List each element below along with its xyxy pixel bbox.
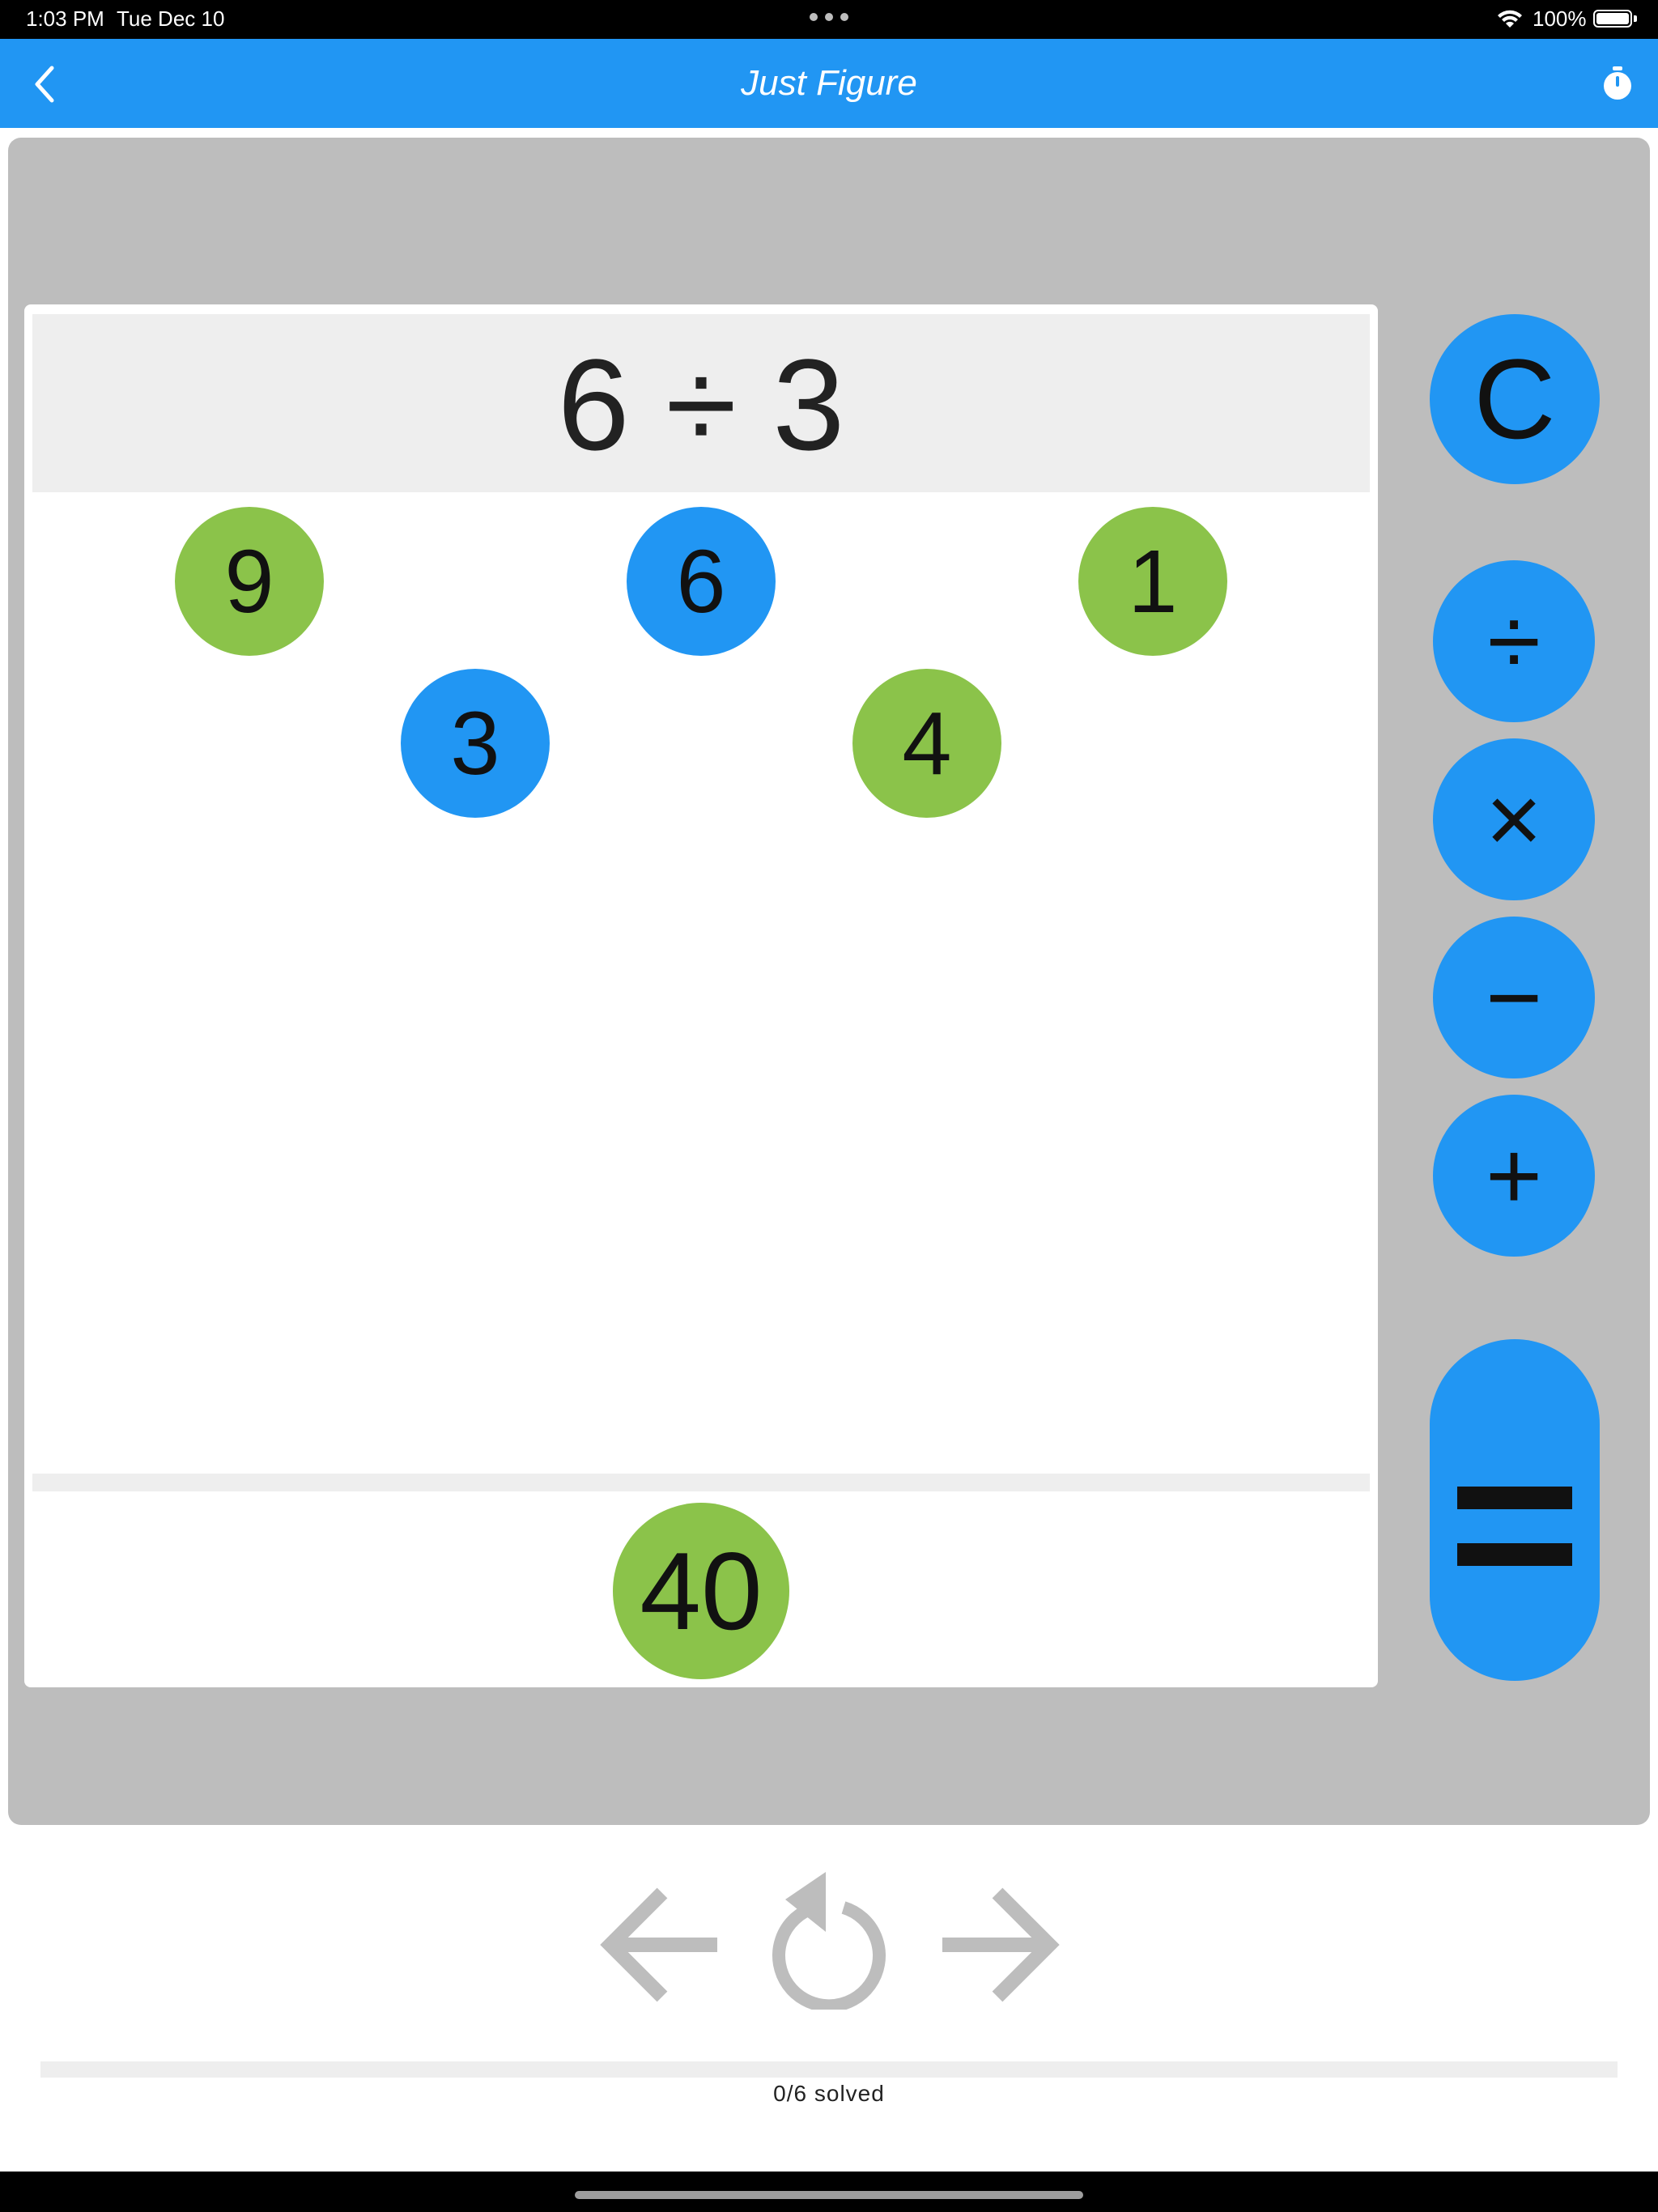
number-tile-4[interactable]: 4 <box>852 669 1001 818</box>
add-button[interactable]: + <box>1433 1095 1595 1257</box>
target-number: 40 <box>613 1503 789 1679</box>
subtract-button[interactable]: − <box>1433 917 1595 1078</box>
status-time: 1:03 PM <box>26 6 104 31</box>
status-date: Tue Dec 10 <box>117 6 225 31</box>
previous-arrow-icon[interactable] <box>599 1887 721 2005</box>
battery-percent: 100% <box>1533 6 1587 31</box>
progress-label: 0/6 solved <box>773 2081 885 2106</box>
target-divider <box>32 1474 1370 1491</box>
page-title: Just Figure <box>741 63 917 103</box>
battery-tip <box>1634 15 1637 22</box>
clear-button[interactable]: C <box>1430 314 1600 484</box>
progress-track <box>40 2061 1618 2078</box>
equals-icon-top <box>1457 1487 1572 1509</box>
stopwatch-icon[interactable] <box>1601 65 1634 102</box>
battery-icon <box>1593 10 1632 28</box>
next-arrow-icon[interactable] <box>939 1887 1061 2005</box>
multiply-button[interactable]: × <box>1433 738 1595 900</box>
number-tile-1[interactable]: 1 <box>1078 507 1227 656</box>
wifi-icon <box>1498 10 1522 28</box>
divide-button[interactable]: ÷ <box>1433 560 1595 722</box>
number-tile-6[interactable]: 6 <box>627 507 776 656</box>
equals-icon-bottom <box>1457 1543 1572 1566</box>
reset-icon[interactable] <box>767 1870 891 2010</box>
multitasking-dots-icon[interactable] <box>810 13 848 23</box>
expression-display: 6 ÷ 3 <box>557 332 845 477</box>
equals-button[interactable] <box>1430 1339 1600 1681</box>
home-indicator[interactable] <box>575 2191 1083 2199</box>
number-tile-3[interactable]: 3 <box>401 669 550 818</box>
number-tile-9[interactable]: 9 <box>175 507 324 656</box>
